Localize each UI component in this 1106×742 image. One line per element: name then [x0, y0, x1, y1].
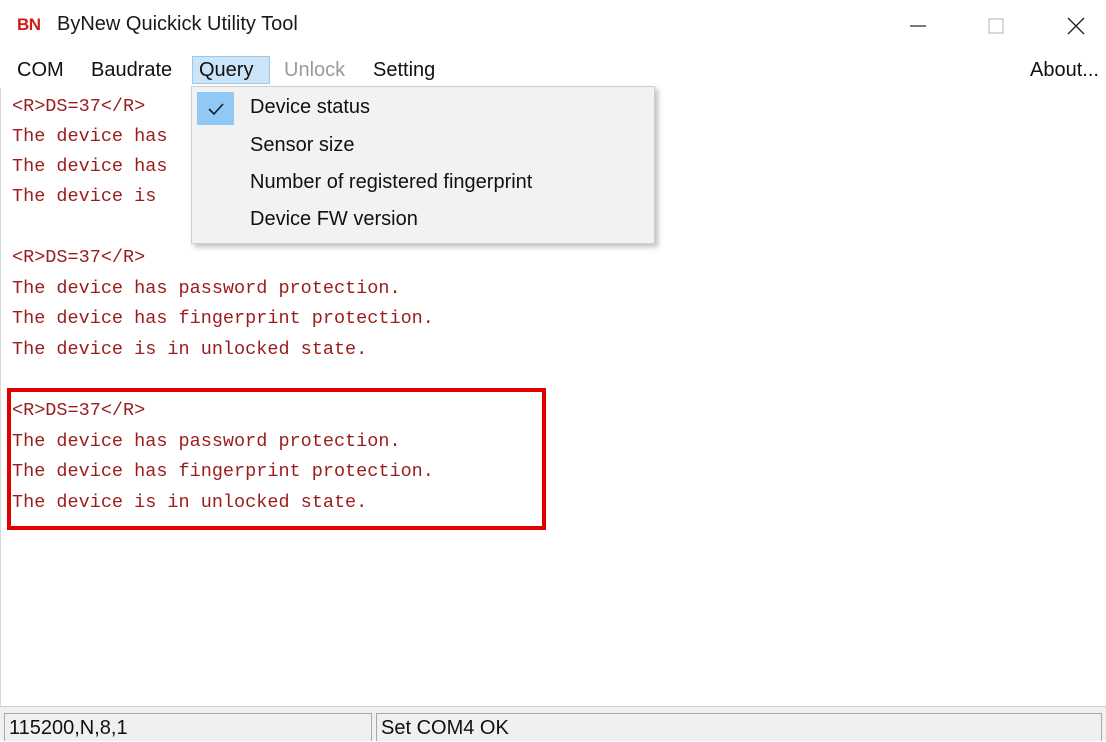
output-line: <R>DS=37</R> — [12, 96, 146, 117]
menu-item-label: Device status — [250, 96, 371, 118]
status-port-settings: 115200,N,8,1 — [4, 713, 372, 741]
close-button[interactable] — [1046, 0, 1106, 52]
output-line: The device has — [12, 126, 168, 147]
menu-com[interactable]: COM — [11, 56, 70, 84]
menu-setting[interactable]: Setting — [367, 56, 441, 84]
menu-query[interactable]: Query — [192, 56, 270, 84]
menu-about[interactable]: About... — [1024, 56, 1105, 84]
menu-unlock[interactable]: Unlock — [278, 56, 351, 84]
menu-item-label: Sensor size — [250, 134, 355, 156]
output-line: The device has — [12, 156, 168, 177]
app-logo: BN — [17, 15, 41, 34]
minimize-button[interactable] — [888, 0, 948, 52]
menu-baudrate[interactable]: Baudrate — [85, 56, 178, 84]
output-line: The device is — [12, 186, 157, 207]
menu-item-label: Device FW version — [250, 208, 418, 230]
output-line: The device has fingerprint protection. — [12, 308, 434, 329]
window-title: ByNew Quickick Utility Tool — [57, 13, 298, 35]
menu-item-fw-version[interactable]: Device FW version — [192, 201, 654, 238]
menu-item-label: Number of registered fingerprint — [250, 171, 533, 193]
checkmark-icon — [197, 92, 234, 125]
title-bar: BN ByNew Quickick Utility Tool — [0, 0, 1106, 52]
maximize-button[interactable] — [966, 0, 1026, 52]
maximize-icon — [988, 18, 1004, 34]
query-dropdown-menu: Device status Sensor size Number of regi… — [191, 86, 655, 244]
highlight-box — [7, 388, 546, 530]
output-line: The device is in unlocked state. — [12, 339, 368, 360]
close-icon — [1067, 17, 1085, 35]
output-line: <R>DS=37</R> — [12, 247, 146, 268]
menu-item-registered-fingerprint[interactable]: Number of registered fingerprint — [192, 164, 654, 201]
menu-bar: COM Baudrate Query Unlock Setting About.… — [0, 52, 1106, 88]
status-bar: 115200,N,8,1 Set COM4 OK — [0, 706, 1106, 741]
menu-item-sensor-size[interactable]: Sensor size — [192, 127, 654, 164]
status-message: Set COM4 OK — [376, 713, 1102, 741]
output-line: The device has password protection. — [12, 278, 401, 299]
minimize-icon — [910, 25, 926, 27]
menu-item-device-status[interactable]: Device status — [192, 89, 654, 126]
